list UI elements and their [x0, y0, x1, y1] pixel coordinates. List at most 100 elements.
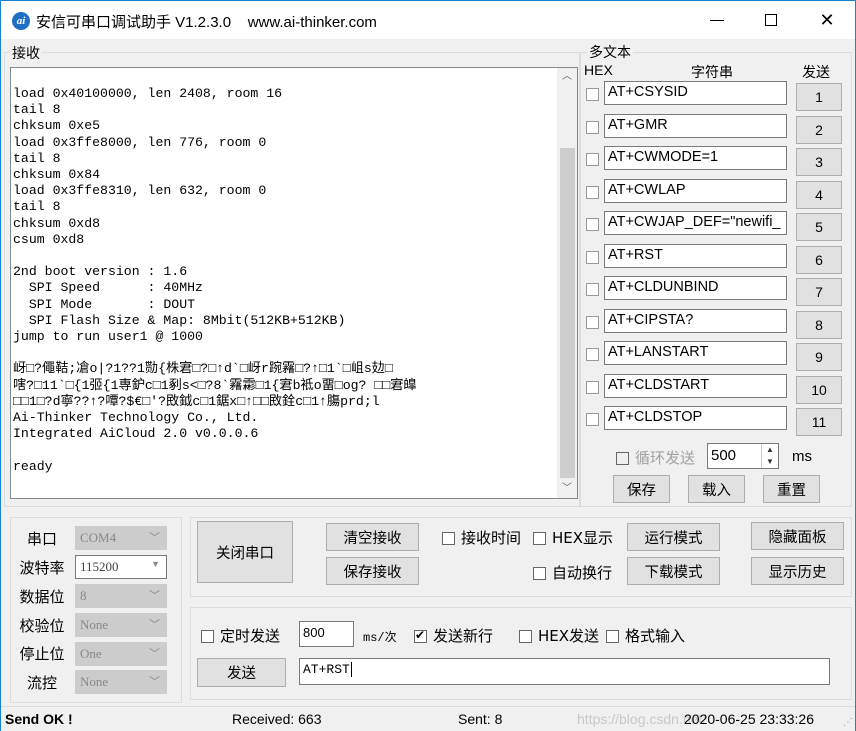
multitext-send-button[interactable]: 7	[796, 278, 842, 306]
timed-send-label: 定时发送	[220, 627, 281, 645]
multitext-row: AT+CLDSTOP 11	[584, 406, 844, 436]
save-multitext-button[interactable]: 保存	[613, 475, 670, 503]
loop-send-label: 循环发送	[635, 449, 696, 467]
receive-textarea[interactable]: load 0x40100000, len 2408, room 16 tail …	[10, 67, 578, 499]
hex-checkbox[interactable]	[586, 283, 599, 296]
hex-checkbox[interactable]	[586, 315, 599, 329]
multitext-send-button[interactable]: 4	[796, 180, 842, 209]
multitext-send-button[interactable]: 8	[796, 310, 842, 339]
minimize-icon	[710, 19, 724, 21]
load-multitext-button[interactable]: 载入	[688, 475, 745, 503]
hex-checkbox[interactable]	[586, 153, 599, 166]
multitext-row: AT+CWJAP_DEF="newifi_ 5	[584, 211, 844, 241]
multitext-input[interactable]: AT+CLDSTART	[604, 373, 787, 398]
minimize-button[interactable]	[689, 1, 745, 39]
multitext-input[interactable]: AT+RST	[604, 243, 787, 268]
multitext-send-button[interactable]: 1	[796, 83, 842, 111]
hex-send-checkbox[interactable]: HEX发送	[519, 625, 599, 646]
checkbox-checked-icon	[414, 628, 427, 643]
send-interval-input[interactable]: 800	[299, 621, 354, 647]
send-input[interactable]: AT+RST	[299, 658, 830, 685]
multitext-row: AT+CSYSID 1	[584, 81, 844, 111]
multitext-send-button[interactable]: 5	[796, 213, 842, 241]
multitext-send-button[interactable]: 11	[796, 408, 842, 436]
spin-down-icon[interactable]: ▼	[762, 456, 778, 468]
hex-checkbox[interactable]	[586, 185, 599, 199]
hex-checkbox[interactable]	[586, 120, 599, 134]
loop-send-check-icon	[616, 452, 629, 465]
multitext-input[interactable]: AT+GMR	[604, 113, 787, 138]
multitext-input[interactable]: AT+CLDSTOP	[604, 406, 787, 430]
loop-send-checkbox[interactable]: 循环发送	[616, 447, 695, 468]
show-history-button[interactable]: 显示历史	[751, 557, 844, 585]
hex-checkbox[interactable]	[586, 218, 599, 231]
multitext-row: AT+CWLAP 4	[584, 178, 844, 209]
hex-checkbox[interactable]	[586, 348, 599, 361]
multitext-input[interactable]: AT+CWJAP_DEF="newifi_	[604, 211, 787, 235]
scroll-up-icon[interactable]: ︿	[557, 68, 577, 86]
hex-checkbox[interactable]	[586, 88, 599, 101]
receive-time-checkbox[interactable]: 接收时间	[442, 527, 521, 548]
port-select[interactable]: COM4 ﹀	[75, 526, 167, 550]
download-mode-button[interactable]: 下载模式	[627, 557, 720, 585]
close-button[interactable]: ✕	[799, 1, 855, 39]
flow-select[interactable]: None ﹀	[75, 670, 167, 694]
hex-checkbox[interactable]	[586, 250, 599, 264]
clear-receive-button[interactable]: 清空接收	[326, 523, 419, 551]
multitext-input[interactable]: AT+CWLAP	[604, 178, 787, 203]
multitext-send-button[interactable]: 9	[796, 343, 842, 371]
scroll-down-icon[interactable]: ﹀	[557, 480, 577, 498]
multitext-send-button[interactable]: 10	[796, 375, 842, 404]
baud-label: 波特率	[19, 559, 65, 577]
timed-send-checkbox[interactable]: 定时发送	[201, 625, 280, 646]
hide-panel-button[interactable]: 隐藏面板	[751, 522, 844, 550]
databits-label: 数据位	[19, 588, 65, 606]
resize-grip-icon[interactable]: ⋰	[843, 717, 853, 728]
format-input-checkbox[interactable]: 格式输入	[606, 625, 685, 646]
loop-interval-input[interactable]: 500 ▲ ▼	[707, 443, 779, 469]
hex-display-checkbox[interactable]: HEX显示	[533, 527, 613, 548]
dropdown-arrow-icon: ▼	[151, 559, 160, 569]
parity-value: None	[80, 617, 109, 632]
multitext-send-button[interactable]: 2	[796, 115, 842, 144]
close-icon: ✕	[819, 9, 835, 31]
multitext-input[interactable]: AT+LANSTART	[604, 341, 787, 365]
databits-value: 8	[80, 588, 87, 603]
hex-checkbox[interactable]	[586, 380, 599, 394]
baud-value: 115200	[80, 559, 119, 574]
text-cursor	[350, 662, 352, 677]
multitext-send-button[interactable]: 3	[796, 148, 842, 176]
chevron-down-icon: ﹀	[149, 532, 160, 544]
window-title: 安信可串口调试助手 V1.2.3.0 www.ai-thinker.com	[36, 14, 377, 31]
save-receive-button[interactable]: 保存接收	[326, 557, 419, 585]
hex-checkbox[interactable]	[586, 413, 599, 426]
send-interval-unit: ms/次	[363, 631, 397, 645]
send-newline-checkbox[interactable]: 发送新行	[414, 625, 493, 646]
port-value: COM4	[80, 530, 117, 545]
received-count: Received: 663	[232, 711, 322, 727]
status-datetime: 2020-06-25 23:33:26	[684, 711, 814, 727]
multitext-input[interactable]: AT+CIPSTA?	[604, 308, 787, 333]
baud-select[interactable]: 115200 ▼	[75, 555, 167, 579]
scroll-thumb[interactable]	[560, 148, 575, 478]
parity-select[interactable]: None ﹀	[75, 613, 167, 637]
multitext-row: AT+CLDUNBIND 7	[584, 276, 844, 306]
maximize-button[interactable]	[743, 1, 799, 39]
send-button[interactable]: 发送	[197, 658, 286, 687]
run-mode-button[interactable]: 运行模式	[627, 523, 720, 551]
databits-select[interactable]: 8 ﹀	[75, 584, 167, 608]
close-port-button[interactable]: 关闭串口	[197, 521, 293, 583]
multitext-input[interactable]: AT+CSYSID	[604, 81, 787, 105]
receive-scrollbar[interactable]: ︿ ﹀	[557, 68, 577, 498]
spin-up-icon[interactable]: ▲	[762, 444, 778, 456]
multitext-input[interactable]: AT+CLDUNBIND	[604, 276, 787, 300]
loop-interval-spinner[interactable]: ▲ ▼	[761, 444, 778, 468]
stopbits-select[interactable]: One ﹀	[75, 642, 167, 666]
auto-newline-checkbox[interactable]: 自动换行	[533, 562, 612, 583]
app-logo-icon: ai	[12, 12, 30, 30]
stopbits-value: One	[80, 646, 102, 661]
multitext-input[interactable]: AT+CWMODE=1	[604, 146, 787, 170]
flow-label: 流控	[26, 674, 57, 692]
reset-multitext-button[interactable]: 重置	[763, 475, 820, 503]
multitext-send-button[interactable]: 6	[796, 245, 842, 274]
